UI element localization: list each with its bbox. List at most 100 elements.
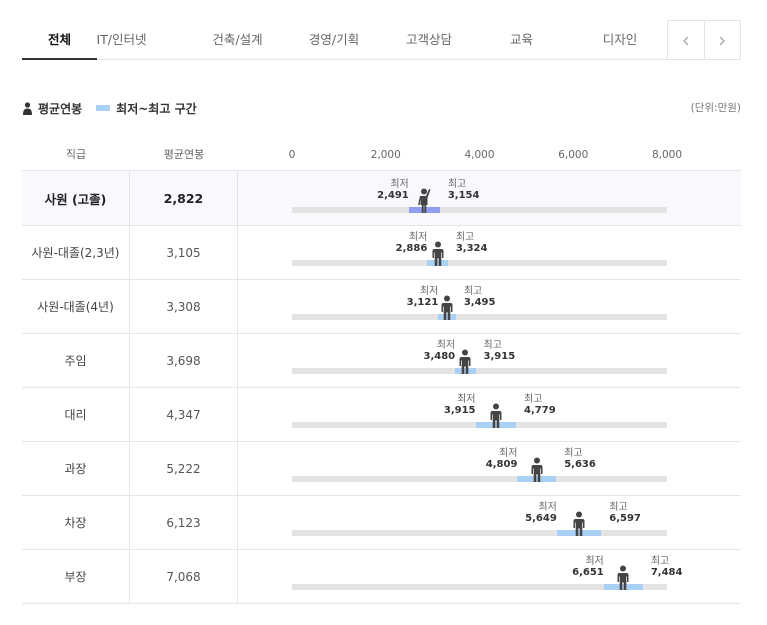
row-title: 사원-대졸(2,3년) — [22, 226, 130, 279]
column-header-title: 직급 — [65, 148, 87, 161]
row-title: 사원-대졸(4년) — [22, 280, 130, 333]
max-value: 4,779 — [524, 405, 556, 416]
x-tick-label: 6,000 — [558, 149, 589, 161]
min-label: 최저 6,651 — [572, 556, 604, 578]
min-caption: 최저 — [390, 179, 409, 190]
max-caption: 최고 — [564, 448, 583, 459]
min-caption: 최저 — [538, 502, 557, 513]
min-label: 최저 3,121 — [407, 286, 439, 308]
table-row: 사원 (고졸) 2,822 최저 2,491 최고 3,154 — [22, 170, 741, 226]
min-caption: 최저 — [419, 286, 439, 297]
row-average: 3,105 — [130, 226, 238, 279]
average-person-marker — [531, 457, 543, 482]
max-value: 7,484 — [650, 567, 683, 578]
min-caption: 최저 — [499, 448, 518, 459]
average-person-marker — [573, 511, 585, 536]
max-label: 최고 3,915 — [484, 340, 516, 362]
min-value: 3,121 — [406, 297, 439, 308]
column-header-avg: 평균연봉 — [163, 148, 205, 161]
table-row: 주임 3,698 최저 3,480 최고 3,915 — [22, 334, 741, 388]
max-value: 3,915 — [483, 351, 516, 362]
min-value: 2,491 — [377, 190, 409, 201]
average-person-marker — [441, 295, 453, 320]
row-title: 사원 (고졸) — [22, 171, 130, 225]
table-row: 차장 6,123 최저 5,649 최고 6,597 — [22, 496, 741, 550]
row-average: 3,698 — [130, 334, 238, 387]
average-person-marker — [617, 565, 629, 590]
average-person-marker — [418, 188, 431, 213]
max-value: 5,636 — [564, 459, 596, 470]
max-value: 3,154 — [447, 190, 480, 201]
tab-2[interactable]: 건축/설계 — [190, 20, 285, 60]
chart-legend: 평균연봉 최저~최고 구간 — [22, 99, 197, 117]
category-tabs: 디자인 교육 고객상담 경영/기획 건축/설계 IT/인터넷 전체 ‹ › — [22, 20, 741, 60]
min-value: 2,886 — [395, 243, 428, 254]
min-caption: 최저 — [457, 394, 476, 405]
min-label: 최저 5,649 — [525, 502, 557, 524]
min-caption: 최저 — [436, 340, 456, 351]
range-track — [292, 314, 667, 320]
row-average: 2,822 — [130, 171, 238, 225]
max-label: 최고 3,154 — [448, 179, 480, 201]
range-track — [292, 476, 667, 482]
max-label: 최고 5,636 — [564, 448, 596, 470]
legend-range-swatch — [96, 105, 111, 111]
max-label: 최고 3,495 — [464, 286, 496, 308]
tab-6[interactable]: 디자인 — [570, 20, 670, 60]
min-label: 최저 4,809 — [486, 448, 518, 470]
average-person-marker — [432, 241, 444, 266]
chevron-left-icon[interactable]: ‹ — [668, 21, 704, 59]
table-row: 과장 5,222 최저 4,809 최고 5,636 — [22, 442, 741, 496]
max-caption: 최고 — [524, 394, 543, 405]
tab-3[interactable]: 경영/기획 — [284, 20, 384, 60]
min-label: 최저 3,480 — [423, 340, 455, 362]
min-label: 최저 2,886 — [396, 232, 428, 254]
min-label: 최저 3,915 — [444, 394, 476, 416]
max-label: 최고 4,779 — [524, 394, 556, 416]
legend-avg-label: 평균연봉 — [38, 101, 83, 116]
min-label: 최저 2,491 — [377, 179, 409, 201]
average-person-marker — [459, 349, 471, 374]
range-track — [292, 530, 667, 536]
table-row: 사원-대졸(4년) 3,308 최저 3,121 최고 3,495 — [22, 280, 741, 334]
range-track — [292, 207, 667, 213]
tab-4[interactable]: 고객상담 — [384, 20, 474, 60]
legend-range-label: 최저~최고 구간 — [116, 101, 197, 116]
min-caption: 최저 — [408, 232, 428, 243]
chevron-right-icon[interactable]: › — [703, 21, 741, 59]
max-caption: 최고 — [447, 179, 467, 190]
min-value: 3,480 — [423, 351, 456, 362]
row-title: 과장 — [22, 442, 130, 495]
range-track — [292, 422, 667, 428]
max-caption: 최고 — [463, 286, 483, 297]
row-average: 5,222 — [130, 442, 238, 495]
row-average: 3,308 — [130, 280, 238, 333]
max-label: 최고 7,484 — [651, 556, 683, 578]
tab-0[interactable]: 전체 — [22, 20, 97, 60]
max-caption: 최고 — [455, 232, 475, 243]
range-track — [292, 584, 667, 590]
row-title: 차장 — [22, 496, 130, 549]
average-person-marker — [490, 403, 502, 428]
min-value: 4,809 — [485, 459, 518, 470]
row-average: 7,068 — [130, 550, 238, 603]
row-title: 부장 — [22, 550, 130, 603]
table-row: 부장 7,068 최저 6,651 최고 7,484 — [22, 550, 741, 604]
person-icon — [23, 101, 32, 115]
max-label: 최고 3,324 — [456, 232, 488, 254]
max-caption: 최고 — [609, 502, 628, 513]
max-value: 3,324 — [455, 243, 488, 254]
table-row: 사원-대졸(2,3년) 3,105 최저 2,886 최고 3,324 — [22, 226, 741, 280]
x-tick-label: 8,000 — [651, 149, 683, 161]
row-average: 4,347 — [130, 388, 238, 441]
tab-scroll-controls: ‹ › — [667, 20, 741, 60]
row-title: 대리 — [22, 388, 130, 441]
min-value: 5,649 — [525, 513, 557, 524]
tab-5[interactable]: 교육 — [474, 20, 569, 60]
range-track — [292, 368, 667, 374]
table-row: 대리 4,347 최저 3,915 최고 4,779 — [22, 388, 741, 442]
min-value: 6,651 — [572, 567, 604, 578]
min-value: 3,915 — [443, 405, 476, 416]
row-average: 6,123 — [130, 496, 238, 549]
max-caption: 최고 — [483, 340, 502, 351]
